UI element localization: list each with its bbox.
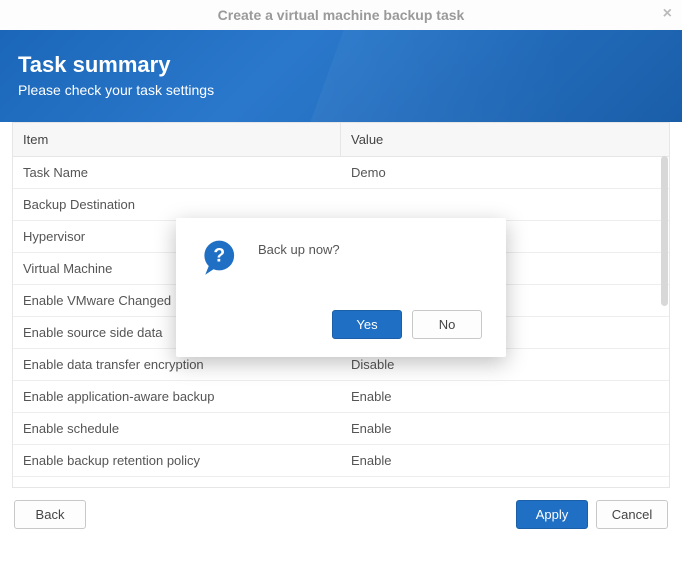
cancel-button[interactable]: Cancel [596,500,668,529]
question-icon: ? [200,238,242,280]
table-row: Enable backup verification60sec. [13,477,669,487]
scrollbar-thumb[interactable] [661,156,668,306]
apply-button[interactable]: Apply [516,500,588,529]
svg-text:?: ? [213,246,225,267]
back-button[interactable]: Back [14,500,86,529]
cell-item: Enable schedule [13,413,341,444]
page-subtitle: Please check your task settings [18,82,664,98]
window-titlebar: Create a virtual machine backup task × [0,0,682,30]
cell-item: Enable application-aware backup [13,381,341,412]
wizard-header: Task summary Please check your task sett… [0,30,682,122]
cell-value: Demo [341,157,669,188]
column-value: Value [341,123,669,156]
page-title: Task summary [18,52,664,78]
table-header: Item Value [13,122,669,157]
cell-value: Enable [341,445,669,476]
confirm-dialog: ? Back up now? Yes No [176,218,506,357]
wizard-footer: Back Apply Cancel [0,488,682,541]
column-item: Item [13,123,341,156]
table-row: Enable application-aware backupEnable [13,381,669,413]
no-button[interactable]: No [412,310,482,339]
window-title: Create a virtual machine backup task [218,7,465,23]
cell-item: Task Name [13,157,341,188]
cell-item: Enable backup retention policy [13,445,341,476]
cell-item: Enable backup verification [13,477,341,487]
table-row: Enable backup retention policyEnable [13,445,669,477]
table-row: Backup Destination [13,189,669,221]
cell-item: Backup Destination [13,189,341,220]
cell-value: Enable [341,381,669,412]
confirm-message: Back up now? [258,238,340,257]
close-icon[interactable]: × [663,5,672,23]
cell-value: 60sec. [341,477,669,487]
yes-button[interactable]: Yes [332,310,402,339]
cell-value [341,189,669,220]
table-row: Enable scheduleEnable [13,413,669,445]
table-row: Task NameDemo [13,157,669,189]
cell-value: Enable [341,413,669,444]
